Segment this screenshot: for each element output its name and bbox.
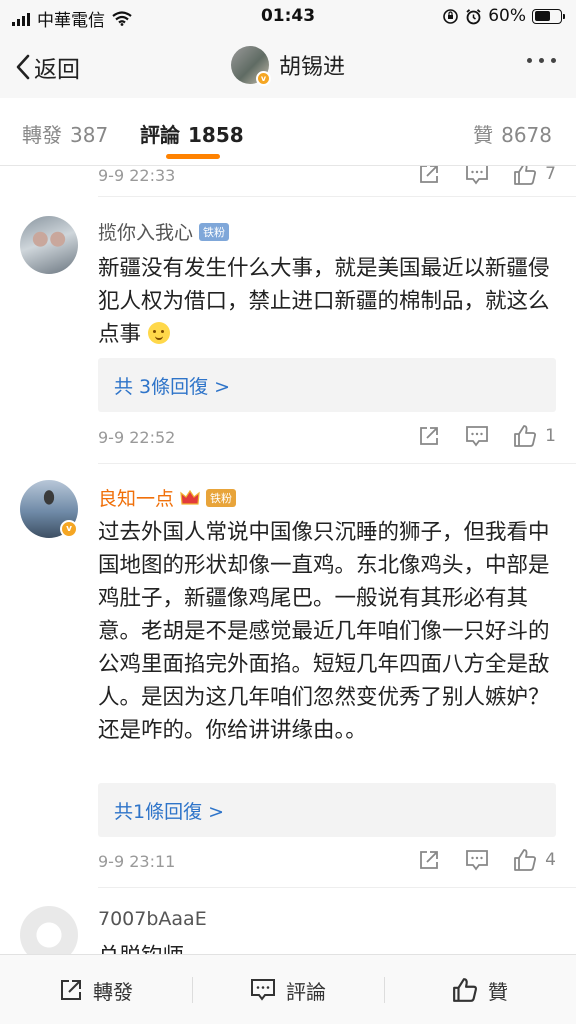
like-button[interactable]: 贊 (384, 955, 576, 1024)
tab-like-count: 8678 (501, 123, 552, 147)
more-dots-icon[interactable] (527, 58, 556, 63)
tab-like-label: 贊 (473, 123, 494, 147)
comment-list[interactable]: 9-9 22:33 7 揽你入我心 铁粉 新疆没有发生什么大事，就是美国最近以新… (0, 166, 576, 954)
nav-bar: 返回 v 胡锡进 (0, 34, 576, 98)
comment-meta: 9-9 22:33 7 (98, 166, 556, 192)
tab-comment-label: 評論 (140, 123, 180, 147)
tab-repost[interactable]: 轉發 387 (22, 119, 108, 148)
avatar[interactable]: v (230, 46, 271, 86)
thumbs-up-icon (514, 425, 537, 447)
tab-repost-label: 轉發 (22, 123, 62, 147)
comment-time: 9-9 23:11 (98, 852, 176, 871)
tab-comment-count: 1858 (188, 123, 244, 147)
nav-user[interactable]: v 胡锡进 (0, 46, 576, 86)
comment-time: 9-9 22:33 (98, 166, 176, 185)
comment-username[interactable]: 7007bAaaE (98, 908, 207, 930)
comment-icon[interactable] (453, 849, 501, 871)
comment-text: 新疆没有发生什么大事，就是美国最近以新疆侵犯人权为借口，禁止进口新疆的棉制品，就… (98, 252, 556, 351)
thumbs-up-icon (514, 849, 537, 871)
replies-link[interactable]: 共1條回復 > (98, 783, 556, 837)
repost-button[interactable]: 轉發 (0, 955, 192, 1024)
like-button[interactable]: 4 (513, 848, 556, 872)
fan-badge: 铁粉 (206, 488, 237, 507)
status-bar: 中華電信 01:43 60% (0, 0, 576, 34)
comment-icon (251, 979, 275, 1001)
divider (98, 196, 576, 197)
fan-badge: 铁粉 (199, 222, 230, 241)
thumbs-up-icon (514, 166, 537, 185)
comment-username[interactable]: 良知一点 (98, 484, 174, 511)
comment-meta: 9-9 23:11 4 (98, 848, 556, 878)
verified-badge-icon: v (60, 520, 78, 538)
repost-label: 轉發 (93, 979, 133, 1004)
divider (98, 887, 576, 888)
rotation-lock-icon (443, 8, 459, 24)
comment-username[interactable]: 揽你入我心 (98, 218, 193, 245)
like-count: 7 (545, 166, 556, 184)
like-count: 4 (545, 850, 556, 870)
like-button[interactable]: 1 (513, 424, 556, 448)
share-icon[interactable] (405, 166, 453, 185)
crown-icon (180, 489, 200, 505)
alarm-icon (466, 8, 481, 24)
like-count: 1 (545, 426, 556, 446)
comment-meta: 9-9 22:52 1 (98, 424, 556, 454)
like-label: 贊 (488, 979, 508, 1004)
shrug-emoji-icon (147, 322, 170, 344)
battery-percent: 60% (488, 6, 526, 26)
share-icon[interactable] (405, 425, 453, 447)
comment-time: 9-9 22:52 (98, 428, 176, 447)
tab-bar: 轉發 387 評論 1858 贊 8678 (0, 98, 576, 166)
active-tab-indicator (166, 154, 220, 159)
avatar[interactable] (20, 216, 78, 274)
replies-link[interactable]: 共 3條回復 > (98, 358, 556, 412)
avatar[interactable] (20, 906, 78, 954)
bottom-toolbar: 轉發 評論 贊 (0, 954, 576, 1024)
tab-like[interactable]: 贊 8678 (473, 119, 552, 148)
comment-label: 評論 (286, 979, 326, 1004)
tab-repost-count: 387 (70, 123, 109, 147)
tab-comment[interactable]: 評論 1858 (140, 119, 244, 148)
comment-text: 过去外国人常说中国像只沉睡的狮子，但我看中国地图的形状却像一直鸡。东北像鸡头，中… (98, 520, 550, 743)
verified-badge-icon: v (255, 71, 271, 86)
comment-icon[interactable] (453, 166, 501, 185)
comment-text: 总脱钩师 (98, 940, 556, 954)
comment-icon[interactable] (453, 425, 501, 447)
share-icon (61, 980, 81, 1000)
share-icon[interactable] (405, 849, 453, 871)
thumbs-up-icon (453, 978, 478, 1002)
comment-button[interactable]: 評論 (192, 955, 384, 1024)
page-title: 胡锡进 (278, 55, 345, 80)
battery-icon (532, 8, 565, 24)
like-button[interactable]: 7 (513, 166, 556, 186)
divider (98, 463, 576, 464)
